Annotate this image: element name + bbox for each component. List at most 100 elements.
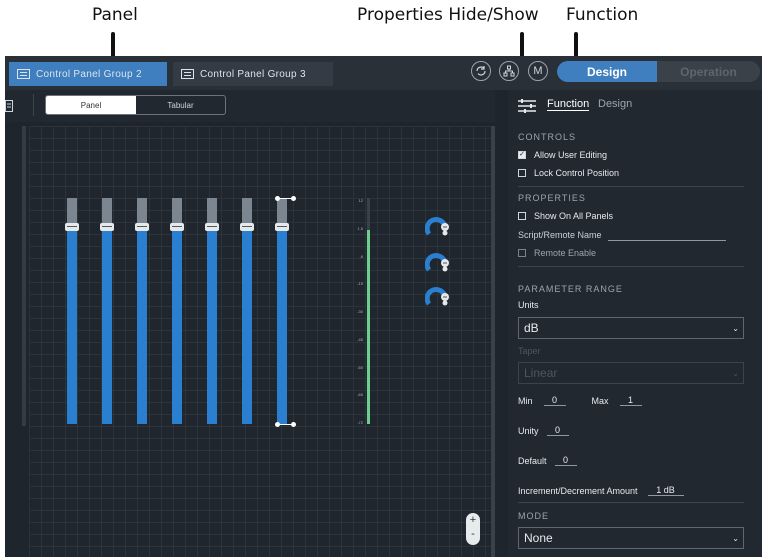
default-field[interactable]: 0 <box>554 455 577 466</box>
controls-section-title: CONTROLS <box>518 132 577 142</box>
default-label: Default <box>518 455 547 466</box>
unity-field[interactable]: 0 <box>546 425 569 436</box>
left-scrollbar[interactable] <box>22 126 26 426</box>
fader-fill <box>207 227 217 424</box>
tab-function[interactable]: Function <box>547 98 590 111</box>
tab-design[interactable]: Design <box>598 98 632 110</box>
lock-control-position-row[interactable]: Lock Control Position <box>518 168 619 178</box>
properties-toggle-icon[interactable] <box>517 98 537 114</box>
chevron-down-icon: ⌄ <box>732 368 739 378</box>
canvas-toolbar: Panel Tabular <box>5 90 495 122</box>
remote-enable-row[interactable]: Remote Enable <box>518 248 596 258</box>
zoom-control[interactable]: + - <box>466 513 480 545</box>
show-on-all-panels-label: Show On All Panels <box>534 211 614 221</box>
fader-fill <box>137 227 147 424</box>
properties-panel: Function Design CONTROLS ✓ Allow User Ed… <box>508 90 762 557</box>
fader-fill <box>277 227 287 424</box>
meter-scale-label: -65 <box>357 392 363 398</box>
zoom-in-button[interactable]: + <box>466 513 480 527</box>
units-dropdown[interactable]: dB ⌄ <box>518 317 744 339</box>
taper-label: Taper <box>518 346 541 356</box>
meter-scale-label: -72 <box>357 420 363 425</box>
canvas-scrollbar[interactable] <box>491 126 495 557</box>
mode-toggle[interactable]: Design Operation <box>557 61 760 82</box>
level-meter <box>367 198 370 424</box>
knob-icon <box>424 217 449 236</box>
fader-cap[interactable] <box>135 223 149 231</box>
level-meter-fill <box>367 230 370 424</box>
zoom-out-button[interactable]: - <box>466 527 480 541</box>
fader[interactable] <box>135 198 149 424</box>
fader[interactable] <box>100 198 114 424</box>
panel-canvas[interactable]: 12 1.5 -9 -15 -30 -45 -60 -65 -72 + - <box>29 126 495 557</box>
fader-cap[interactable] <box>170 223 184 231</box>
fader-cap[interactable] <box>205 223 219 231</box>
fader-cap[interactable] <box>65 223 79 231</box>
units-value: dB <box>524 321 539 335</box>
increment-decrement-field[interactable]: 1 dB <box>647 485 684 496</box>
fader-fill <box>172 227 182 424</box>
section-divider <box>518 186 744 187</box>
max-field[interactable]: 1 <box>619 395 642 406</box>
fader-cap[interactable] <box>240 223 254 231</box>
allow-user-editing-row[interactable]: ✓ Allow User Editing <box>518 150 607 160</box>
unity-row: Unity 0 <box>518 425 569 436</box>
script-remote-name-label: Script/Remote Name <box>518 230 602 240</box>
remote-enable-label: Remote Enable <box>534 248 597 258</box>
view-switch[interactable]: Panel Tabular <box>45 95 226 115</box>
checkbox-checked[interactable]: ✓ <box>518 151 526 159</box>
selection-handle[interactable] <box>275 422 280 427</box>
tab-bar: Control Panel Group 2 Control Panel Grou… <box>5 56 762 90</box>
fader[interactable] <box>65 198 79 424</box>
design-mode-button[interactable]: Design <box>557 61 657 82</box>
selection-handle[interactable] <box>291 196 296 201</box>
m-button[interactable]: M <box>528 61 548 81</box>
taper-value: Linear <box>524 366 558 380</box>
section-divider <box>518 502 744 503</box>
meter-scale-label: -9 <box>359 253 363 259</box>
properties-section-title: PROPERTIES <box>518 193 586 203</box>
parameter-range-section-title: PARAMETER RANGE <box>518 284 623 294</box>
default-row: Default 0 <box>518 455 577 466</box>
fader[interactable] <box>240 198 254 424</box>
selection-handle[interactable] <box>291 422 296 427</box>
checkbox-unchecked[interactable] <box>518 169 526 177</box>
checkbox-unchecked[interactable] <box>518 249 526 257</box>
fader[interactable] <box>275 198 289 424</box>
callout-function: Function <box>566 5 639 25</box>
fader-cap[interactable] <box>275 223 289 231</box>
operation-mode-button[interactable]: Operation <box>657 61 760 82</box>
knob-icon <box>424 253 449 272</box>
min-field[interactable]: 0 <box>543 395 566 406</box>
sync-icon[interactable] <box>471 61 491 81</box>
knob-icon <box>424 287 449 306</box>
tab-control-panel-group-2[interactable]: Control Panel Group 2 <box>9 62 167 86</box>
knob[interactable] <box>424 252 451 274</box>
selection-handle[interactable] <box>275 196 280 201</box>
mode-value: None <box>524 531 553 545</box>
panel-view-button[interactable]: Panel <box>46 96 136 114</box>
fader-fill <box>102 227 112 424</box>
checkbox-unchecked[interactable] <box>518 212 526 220</box>
taper-dropdown[interactable]: Linear ⌄ <box>518 362 744 384</box>
fader-cap[interactable] <box>100 223 114 231</box>
fader[interactable] <box>205 198 219 424</box>
tabular-view-button[interactable]: Tabular <box>136 96 225 114</box>
fader[interactable] <box>170 198 184 424</box>
lock-control-position-label: Lock Control Position <box>534 168 620 178</box>
max-label: Max <box>591 395 609 406</box>
mode-dropdown[interactable]: None ⌄ <box>518 527 744 549</box>
min-label: Min <box>518 395 533 406</box>
knob[interactable] <box>424 216 451 238</box>
network-icon[interactable] <box>499 61 519 81</box>
fader-fill <box>67 227 77 424</box>
tab-label: Control Panel Group 2 <box>36 68 142 80</box>
tab-control-panel-group-3[interactable]: Control Panel Group 3 <box>173 62 333 86</box>
panel-group-icon <box>181 69 194 79</box>
increment-decrement-row: Increment/Decrement Amount 1 dB <box>518 485 684 496</box>
knob[interactable] <box>424 286 451 308</box>
script-remote-name-field[interactable] <box>607 229 726 241</box>
schematic-icon[interactable] <box>5 100 15 112</box>
allow-user-editing-label: Allow User Editing <box>534 150 608 160</box>
show-on-all-panels-row[interactable]: Show On All Panels <box>518 211 613 221</box>
